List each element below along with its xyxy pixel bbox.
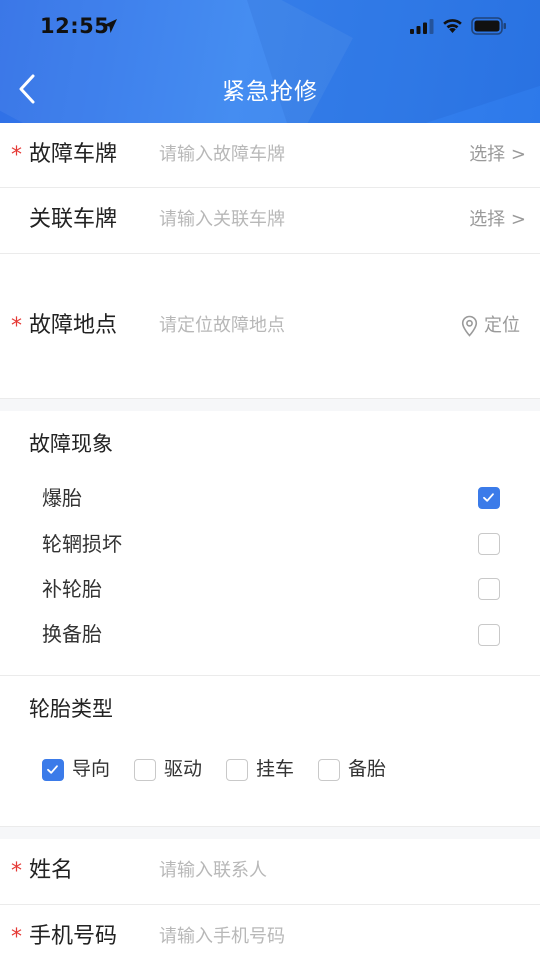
checkbox-blowout[interactable]	[478, 487, 500, 509]
name-row[interactable]: * 姓名 请输入联系人	[0, 839, 540, 904]
battery-icon	[471, 17, 506, 35]
tire-type-section: 轮胎类型 导向 驱动 挂车 备胎	[0, 676, 540, 826]
phone-input[interactable]: 请输入手机号码	[159, 928, 285, 946]
fault-plate-label: 故障车牌	[29, 142, 118, 167]
section-gap	[0, 827, 540, 839]
location-pin-icon	[461, 315, 478, 337]
locate-button[interactable]: 定位	[461, 315, 520, 337]
checkbox-spare-tire-change[interactable]	[478, 624, 500, 646]
status-time: 12:55	[40, 14, 110, 38]
phone-row[interactable]: * 手机号码 请输入手机号码	[0, 905, 540, 960]
fault-plate-select-button[interactable]: 选择 >	[469, 146, 526, 164]
required-mark: *	[11, 143, 22, 168]
page-title: 紧急抢修	[222, 79, 318, 105]
option-label-spare-tire-change: 换备胎	[42, 622, 102, 646]
fault-phenomena-title: 故障现象	[29, 432, 113, 456]
check-icon	[483, 493, 494, 502]
tire-type-label-drive: 驱动	[164, 758, 203, 780]
option-label-blowout: 爆胎	[42, 486, 82, 510]
fault-location-row[interactable]: * 故障地点 请定位故障地点 定位	[0, 254, 540, 398]
cellular-signal-icon	[410, 19, 434, 34]
linked-plate-input[interactable]: 请输入关联车牌	[159, 211, 285, 229]
checkbox-rim-damage[interactable]	[478, 533, 500, 555]
location-arrow-icon	[103, 19, 117, 33]
option-label-rim-damage: 轮辋损坏	[42, 532, 122, 556]
wifi-icon	[443, 19, 462, 33]
checkbox-tire-repair[interactable]	[478, 578, 500, 600]
locate-label: 定位	[484, 315, 520, 336]
section-gap	[0, 399, 540, 411]
tire-type-label-spare: 备胎	[348, 758, 387, 780]
checkbox-tire-spare[interactable]	[318, 759, 340, 781]
required-mark: *	[11, 859, 22, 884]
name-input[interactable]: 请输入联系人	[159, 862, 267, 880]
option-label-tire-repair: 补轮胎	[42, 577, 102, 601]
phone-label: 手机号码	[29, 924, 118, 949]
fault-location-input[interactable]: 请定位故障地点	[159, 317, 285, 335]
linked-plate-select-button[interactable]: 选择 >	[469, 211, 526, 229]
fault-plate-input[interactable]: 请输入故障车牌	[159, 146, 285, 164]
fault-location-label: 故障地点	[29, 313, 118, 338]
checkbox-tire-drive[interactable]	[134, 759, 156, 781]
checkbox-tire-guide[interactable]	[42, 759, 64, 781]
required-mark: *	[11, 314, 22, 339]
linked-plate-label: 关联车牌	[29, 207, 118, 232]
checkbox-tire-trailer[interactable]	[226, 759, 248, 781]
fault-plate-row[interactable]: * 故障车牌 请输入故障车牌 选择 >	[0, 123, 540, 187]
tire-type-label-trailer: 挂车	[256, 758, 295, 780]
check-icon	[47, 765, 58, 774]
status-bar: 12:55	[0, 0, 540, 56]
fault-phenomena-section: 故障现象 爆胎 轮辋损坏 补轮胎 换备胎	[0, 411, 540, 675]
required-mark: *	[11, 925, 22, 950]
tire-type-label-guide: 导向	[72, 758, 111, 780]
name-label: 姓名	[29, 858, 74, 883]
header-bar: 12:55 紧急抢修	[0, 0, 540, 123]
linked-plate-row[interactable]: 关联车牌 请输入关联车牌 选择 >	[0, 188, 540, 252]
tire-type-title: 轮胎类型	[29, 697, 113, 721]
